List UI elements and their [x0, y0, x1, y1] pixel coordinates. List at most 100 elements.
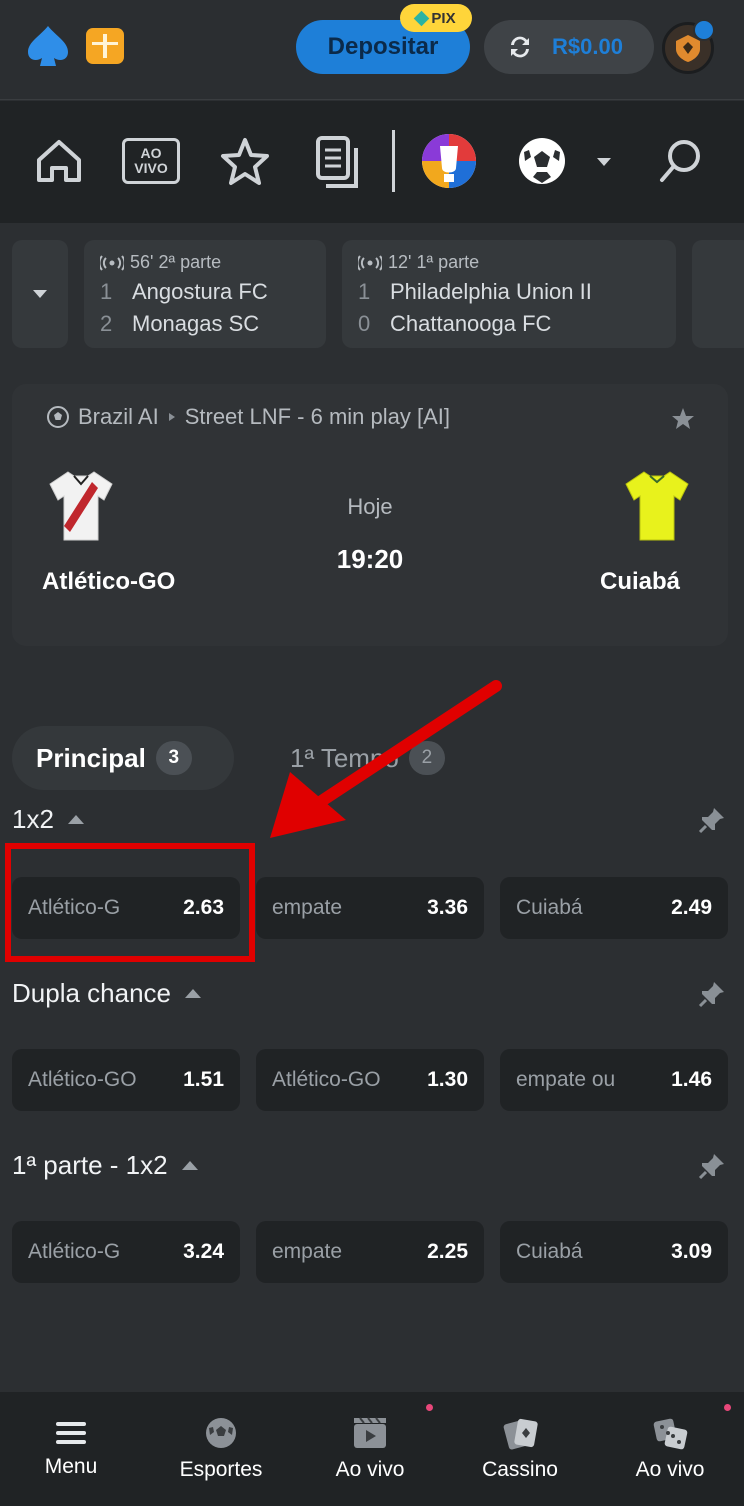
- home-team: Angostura FC: [132, 279, 268, 304]
- market-title[interactable]: Dupla chance: [12, 978, 201, 1009]
- balance-button[interactable]: R$0.00: [484, 20, 654, 74]
- odd-button[interactable]: Atlético-GO 1.30: [256, 1049, 484, 1111]
- league-breadcrumb[interactable]: Brazil AI Street LNF - 6 min play [AI]: [46, 404, 450, 430]
- away-team-name: Cuiabá: [600, 568, 681, 595]
- live-match-card[interactable]: 12' 1ª parte 1 Philadelphia Union II 0 C…: [342, 240, 676, 348]
- odd-value: 3.24: [183, 1240, 224, 1263]
- odd-button[interactable]: empate ou 1.46: [500, 1049, 728, 1111]
- favorite-star-icon[interactable]: [670, 406, 696, 432]
- market-title[interactable]: 1ª parte - 1x2: [12, 1150, 198, 1181]
- home-icon[interactable]: [34, 130, 84, 192]
- soccer-ball-icon[interactable]: [516, 130, 568, 192]
- annotation-highlight-box: [5, 843, 255, 962]
- cards-icon: [503, 1418, 538, 1450]
- bottom-nav-esportes[interactable]: Esportes: [160, 1392, 282, 1506]
- bottom-nav-label: Menu: [44, 1455, 98, 1478]
- live-dropdown-button[interactable]: [12, 240, 68, 348]
- odd-value: 1.51: [183, 1068, 224, 1091]
- odd-button[interactable]: Atlético-G 3.24: [12, 1221, 240, 1283]
- bottom-nav-ao-vivo-cassino[interactable]: Ao vivo: [620, 1392, 720, 1506]
- pix-badge: PIX: [400, 4, 472, 32]
- event-day: Hoje: [347, 494, 393, 519]
- spade-logo-icon[interactable]: [24, 22, 72, 70]
- pin-icon[interactable]: [698, 1152, 726, 1180]
- ao-vivo-box: AO VIVO: [122, 138, 180, 184]
- away-shirt-icon: [625, 471, 689, 541]
- soccer-ball-icon: [206, 1418, 236, 1448]
- home-row: 1 Angostura FC: [100, 279, 310, 305]
- odd-label: Cuiabá: [516, 1240, 583, 1263]
- refresh-icon[interactable]: [506, 33, 534, 61]
- notification-dot: [426, 1404, 433, 1411]
- bottom-nav-label: Ao vivo: [635, 1458, 705, 1481]
- odd-button[interactable]: Cuiabá 2.49: [500, 877, 728, 939]
- market-title-label: 1x2: [12, 804, 54, 834]
- bottom-nav-label: Cassino: [482, 1458, 558, 1481]
- tab-principal[interactable]: Principal 3: [12, 726, 234, 790]
- broadcast-icon: [358, 254, 382, 271]
- away-row: 0 Chattanooga FC: [358, 311, 660, 337]
- odd-button[interactable]: empate 2.25: [256, 1221, 484, 1283]
- odd-value: 1.46: [671, 1068, 712, 1091]
- home-score: 1: [358, 279, 371, 304]
- soccer-ball-icon: [47, 406, 69, 428]
- euro-icon[interactable]: [420, 130, 478, 192]
- away-team: Chattanooga FC: [390, 311, 552, 336]
- away-row: 2 Monagas SC: [100, 311, 310, 337]
- live-match-time: 56' 2ª parte: [100, 252, 310, 273]
- collapse-caret-icon: [185, 989, 201, 998]
- notification-dot: [724, 1404, 731, 1411]
- odd-button[interactable]: empate 3.36: [256, 877, 484, 939]
- live-match-card-partial[interactable]: [692, 240, 744, 348]
- home-score: 1: [100, 279, 113, 304]
- match-minute: 56' 2ª parte: [130, 252, 222, 272]
- nav-divider: [392, 130, 395, 192]
- ao-vivo-line2: VIVO: [134, 160, 168, 176]
- bottom-nav-menu[interactable]: Menu: [20, 1392, 122, 1506]
- home-team: Philadelphia Union II: [390, 279, 592, 304]
- pin-icon[interactable]: [698, 980, 726, 1008]
- tab-label: Principal: [36, 742, 146, 773]
- pix-label: PIX: [431, 9, 456, 27]
- odd-label: empate: [272, 1240, 343, 1263]
- odd-label: Atlético-G: [28, 1240, 121, 1263]
- search-icon[interactable]: [656, 130, 706, 192]
- pin-icon[interactable]: [698, 806, 726, 834]
- ao-vivo-icon[interactable]: AO VIVO: [122, 130, 180, 192]
- video-icon: [354, 1417, 386, 1448]
- market-title[interactable]: 1x2: [12, 804, 84, 835]
- chevron-down-icon[interactable]: [594, 130, 614, 192]
- bottom-nav-ao-vivo[interactable]: Ao vivo: [320, 1392, 420, 1506]
- notification-badge: [693, 19, 715, 41]
- home-row: 1 Philadelphia Union II: [358, 279, 660, 305]
- away-score: 0: [358, 311, 371, 336]
- bottom-nav-cassino[interactable]: Cassino: [470, 1392, 570, 1506]
- event-card: Brazil AI Street LNF - 6 min play [AI] A…: [12, 384, 728, 646]
- gift-icon[interactable]: [86, 28, 124, 64]
- annotation-arrow-icon: [270, 680, 502, 838]
- market-title-label: 1ª parte - 1x2: [12, 1150, 168, 1180]
- competition-name: Street LNF - 6 min play [AI]: [184, 404, 451, 429]
- breadcrumb-separator-icon: [168, 413, 175, 421]
- odd-value: 3.36: [427, 896, 468, 919]
- dice-icon: [653, 1418, 688, 1450]
- chevron-down-icon: [33, 290, 47, 298]
- live-match-card[interactable]: 56' 2ª parte 1 Angostura FC 2 Monagas SC: [84, 240, 326, 348]
- bottom-nav-label: Esportes: [179, 1458, 263, 1481]
- collapse-caret-icon: [67, 815, 84, 824]
- collapse-caret-icon: [181, 1161, 198, 1170]
- odd-button[interactable]: Atlético-GO 1.51: [12, 1049, 240, 1111]
- odd-label: Cuiabá: [516, 896, 583, 919]
- live-match-time: 12' 1ª parte: [358, 252, 660, 273]
- odd-button[interactable]: Cuiabá 3.09: [500, 1221, 728, 1283]
- away-team: Monagas SC: [132, 311, 260, 336]
- ao-vivo-line1: AO: [140, 145, 162, 161]
- broadcast-icon: [100, 254, 124, 271]
- star-icon[interactable]: [218, 130, 272, 192]
- betslip-icon[interactable]: [312, 130, 364, 192]
- match-minute: 12' 1ª parte: [388, 252, 480, 272]
- odd-value: 2.49: [671, 896, 712, 919]
- pix-icon: [414, 10, 430, 26]
- odd-label: Atlético-GO: [28, 1068, 137, 1091]
- avatar[interactable]: [662, 19, 715, 74]
